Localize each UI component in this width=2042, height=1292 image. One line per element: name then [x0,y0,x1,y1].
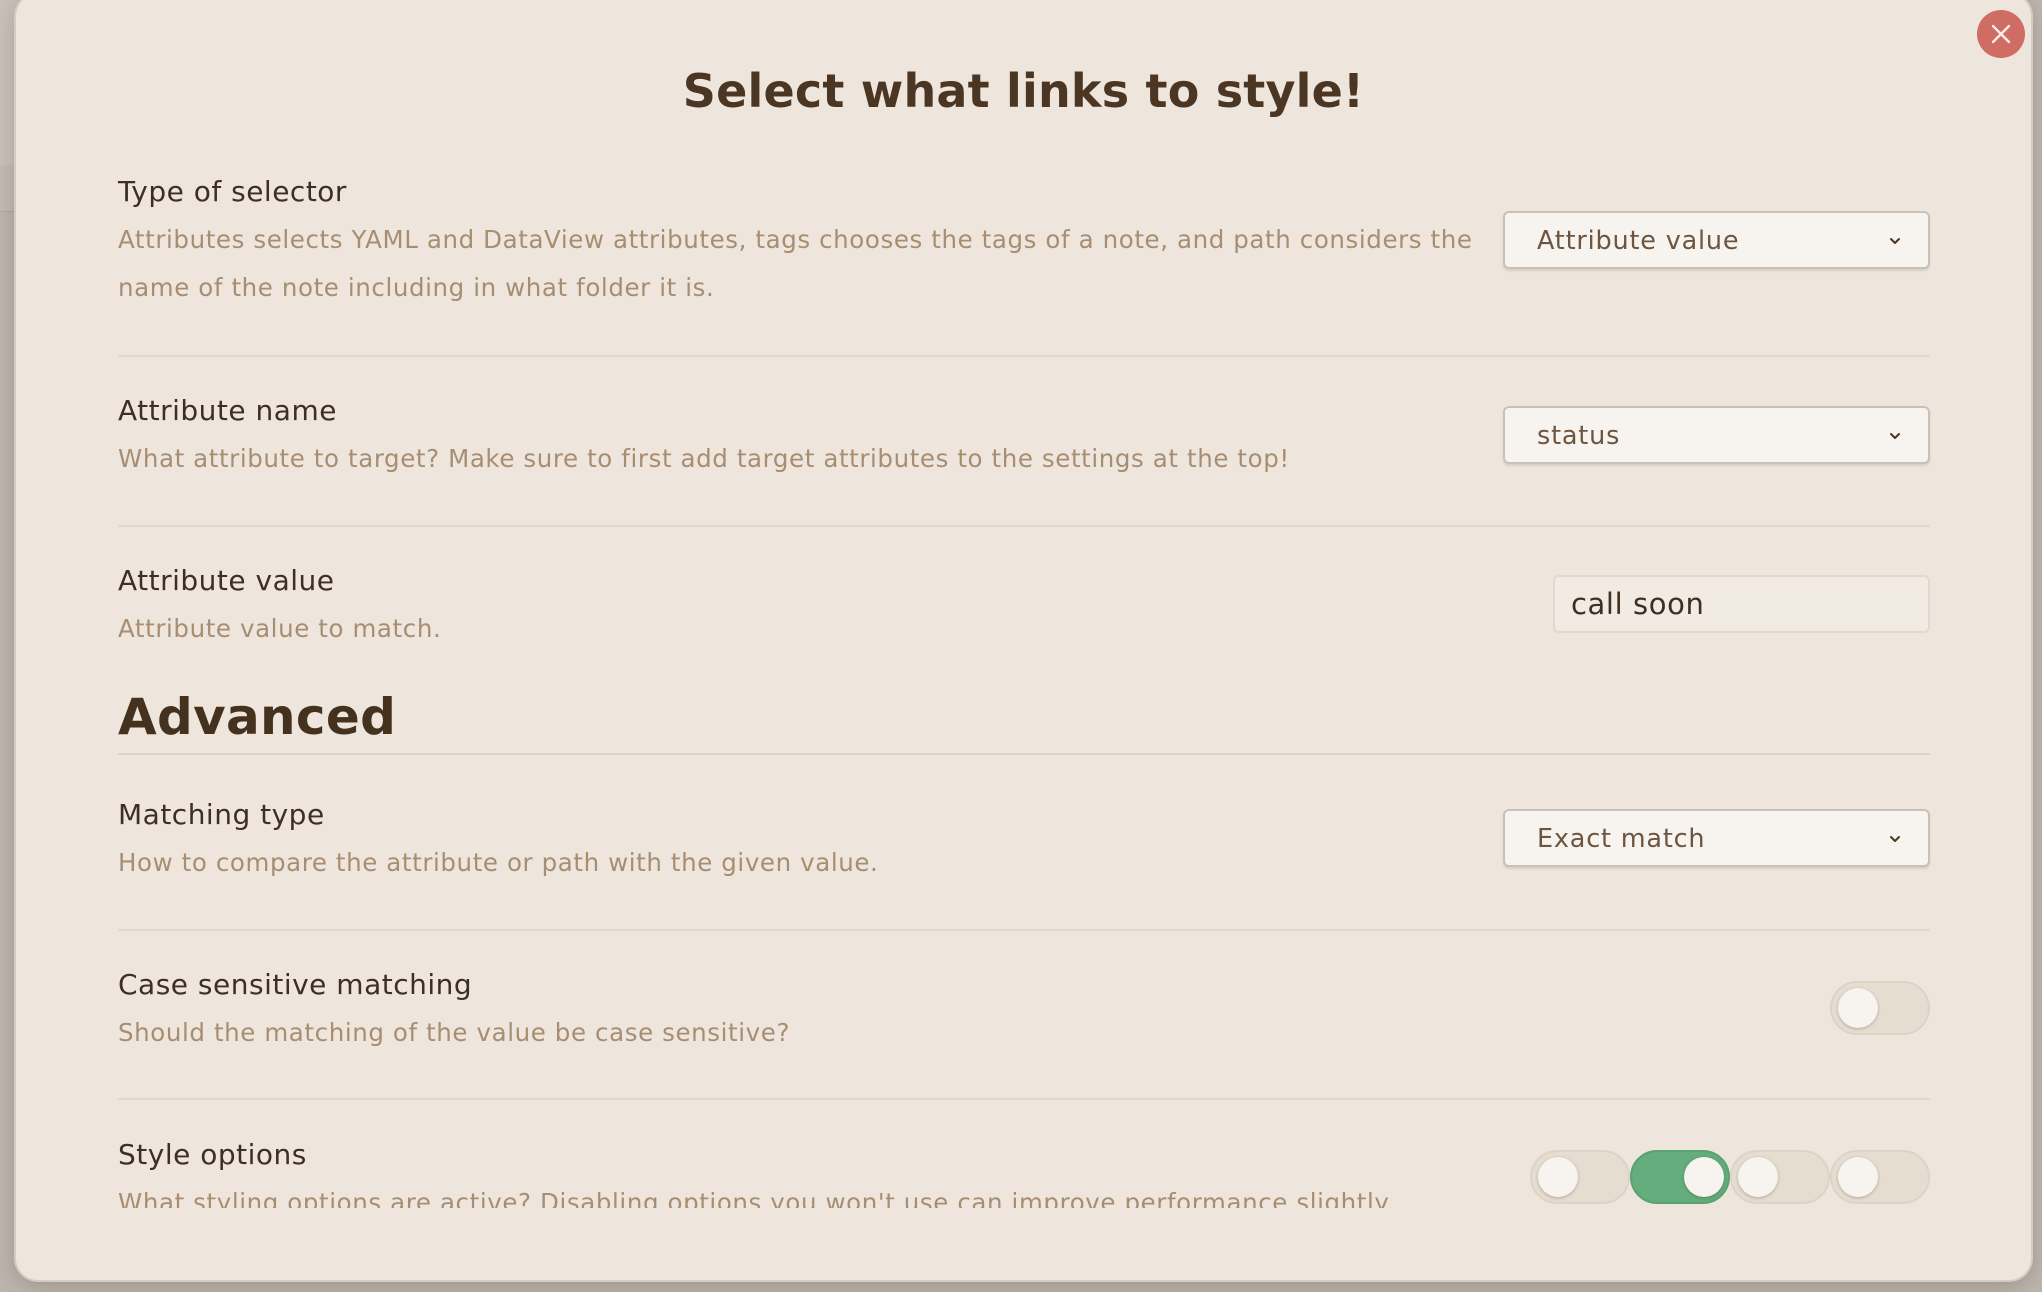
dropdown-value: Exact match [1537,824,1706,854]
attribute-name-dropdown[interactable]: status [1503,406,1930,464]
section-heading: Advanced [118,688,397,746]
dropdown-value: Attribute value [1537,226,1740,256]
setting-type-of-selector: Type of selector Attributes selects YAML… [118,174,1930,312]
divider [118,525,1930,527]
chevron-down-icon [1890,836,1900,842]
chevron-down-icon [1890,238,1900,244]
style-option-toggle-2[interactable] [1630,1150,1730,1204]
dialog-title: Select what links to style! [682,64,1365,118]
setting-name: Case sensitive matching [118,968,473,1001]
setting-description: Attribute value to match. [118,614,442,643]
case-sensitive-toggle[interactable] [1830,981,1930,1035]
style-option-toggle-3[interactable] [1730,1150,1830,1204]
divider [118,355,1930,357]
style-links-modal: Select what links to style! Type of sele… [16,0,2031,1280]
toggle-knob [1738,1157,1778,1197]
setting-description: What attribute to target? Make sure to f… [118,444,1290,473]
matching-type-dropdown[interactable]: Exact match [1503,809,1930,867]
toggle-knob [1684,1157,1724,1197]
setting-case-sensitive: Case sensitive matching Should the match… [118,967,1930,1057]
modal-bottom-edge [16,1208,2031,1280]
close-button[interactable] [1977,10,2025,58]
setting-description: Should the matching of the value be case… [118,1018,791,1047]
selector-type-dropdown[interactable]: Attribute value [1503,211,1930,269]
setting-description: Attributes selects YAML and DataView att… [118,225,1473,302]
toggle-knob [1838,988,1878,1028]
divider [118,929,1930,931]
chevron-down-icon [1890,433,1900,439]
dropdown-value: status [1537,421,1621,451]
setting-attribute-name: Attribute name What attribute to target?… [118,393,1930,483]
setting-attribute-value: Attribute value Attribute value to match… [118,563,1930,653]
setting-name: Type of selector [118,175,347,208]
style-option-toggle-4[interactable] [1830,1150,1930,1204]
style-option-toggle-1[interactable] [1530,1150,1630,1204]
attribute-value-input[interactable] [1553,575,1930,633]
setting-matching-type: Matching type How to compare the attribu… [118,797,1930,887]
close-icon [1991,24,2011,44]
toggle-knob [1838,1157,1878,1197]
divider [118,1098,1930,1100]
toggle-knob [1538,1157,1578,1197]
section-divider [118,753,1930,755]
setting-description: How to compare the attribute or path wit… [118,848,879,877]
